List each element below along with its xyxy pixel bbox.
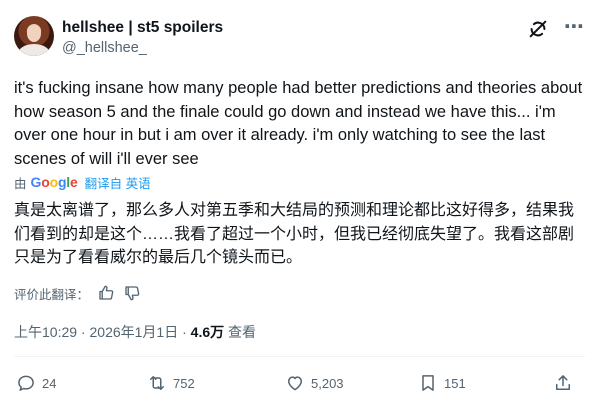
bookmark-button[interactable]: 151 [418,370,466,396]
translation-by-label: 由 [14,176,27,191]
divider [14,356,585,357]
translated-text: 真是太离谱了，那么多人对第五季和大结局的预测和理论都比这好得多，结果我们看到的却… [14,202,575,266]
repost-icon [150,376,164,390]
feedback-label: 评价此翻译： [14,287,90,302]
avatar[interactable] [14,16,54,56]
like-count: 5,203 [311,375,344,391]
tweet-text: it's fucking insane how many people had … [14,79,583,168]
repost-count: 752 [173,375,195,391]
action-bar: 24 752 5,203 151 [14,370,585,396]
reply-count: 24 [42,375,57,391]
google-logo: Google [30,174,78,190]
like-button[interactable]: 5,203 [285,370,344,396]
translated-from-link[interactable]: 翻译自 英语 [85,173,151,192]
meta-separator-2: · [178,324,191,340]
bookmark-count: 151 [444,375,466,391]
like-icon [288,376,302,391]
reply-icon [18,375,34,391]
tweet-header: hellshee | st5 spoilers @_hellshee_ ⋯ [14,14,585,62]
repost-button[interactable]: 752 [147,370,195,396]
tweet-time[interactable]: 上午10:29 [14,324,77,340]
author-display-name[interactable]: hellshee | st5 spoilers [62,19,223,37]
more-icon[interactable]: ⋯ [563,17,585,40]
translation-feedback: 评价此翻译： [14,284,141,302]
grok-icon[interactable] [527,18,549,40]
author-handle[interactable]: @_hellshee_ [62,40,147,56]
meta-separator: · [77,324,90,340]
views-count: 4.6万 [190,324,225,340]
tweet-meta: 上午10:29 · 2026年1月1日 · 4.6万 查看 [14,322,256,342]
thumbs-up-icon[interactable] [97,284,115,302]
views-label: 查看 [224,324,257,340]
bookmark-icon [422,375,434,391]
share-icon [556,375,570,390]
thumbs-down-icon[interactable] [123,284,141,302]
tweet-date[interactable]: 2026年1月1日 [90,324,179,340]
translation-attribution: 由 Google 翻译自 英语 [14,173,151,192]
reply-button[interactable]: 24 [16,370,56,396]
share-button[interactable] [553,370,579,396]
